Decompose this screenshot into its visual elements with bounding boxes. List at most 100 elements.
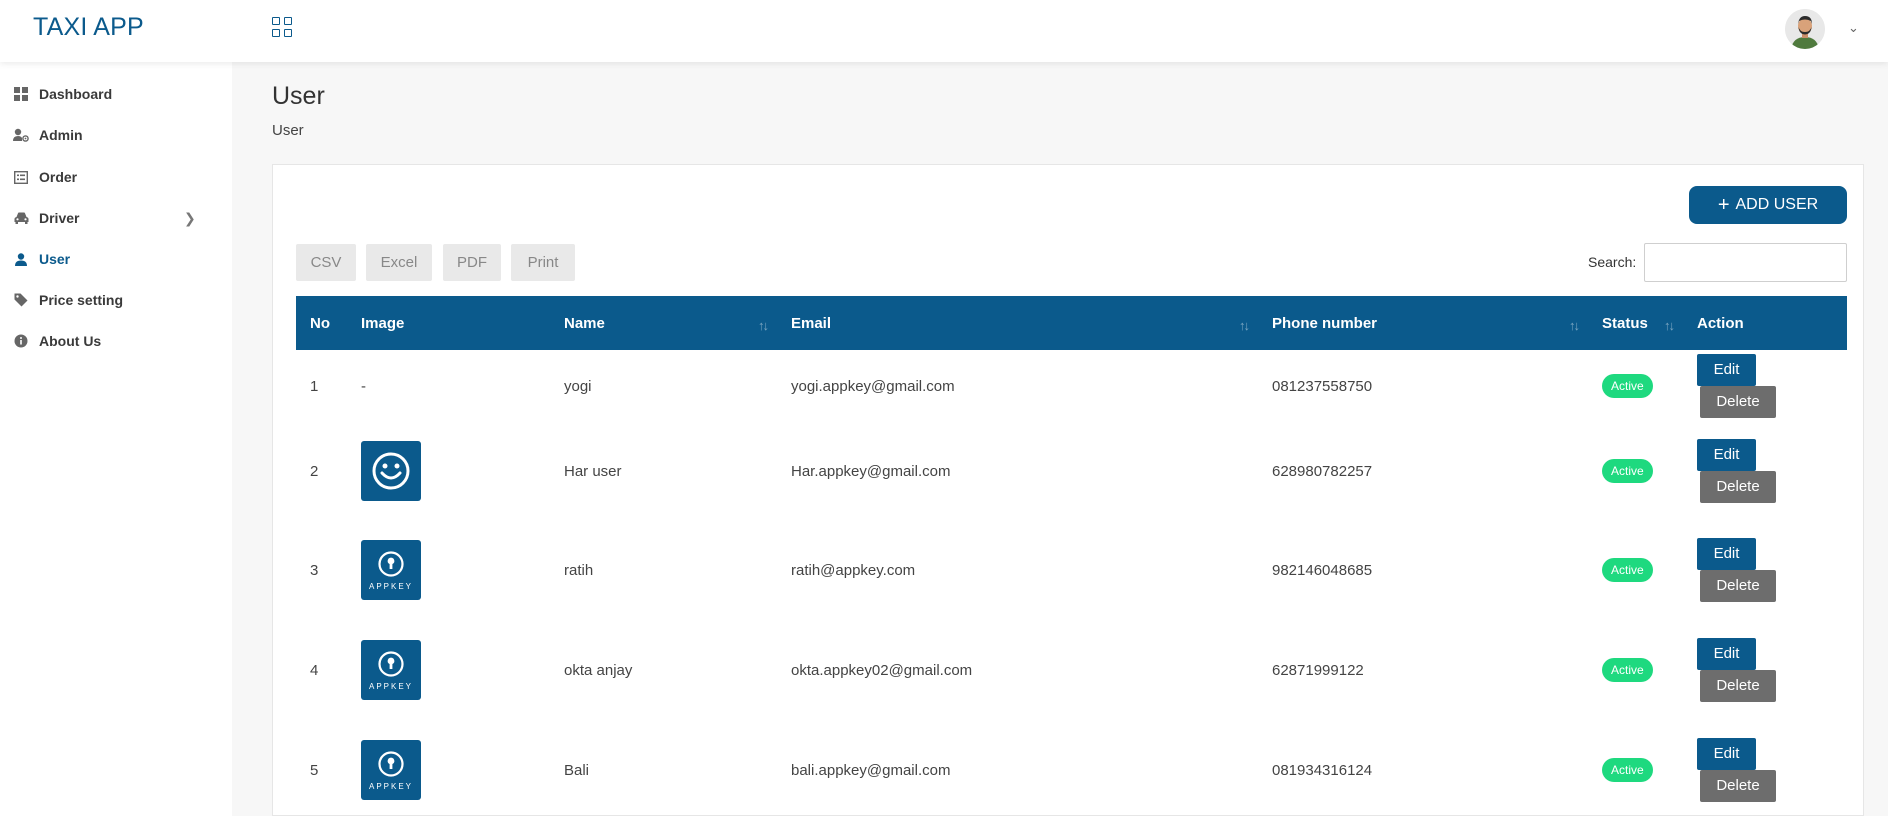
pdf-button[interactable]: PDF bbox=[443, 244, 501, 281]
appkey-brand-text: APPKEY bbox=[368, 581, 413, 591]
cell-image: APPKEY bbox=[347, 620, 550, 720]
sidebar-item-label: Dashboard bbox=[39, 86, 113, 102]
list-icon bbox=[13, 169, 29, 185]
avatar[interactable] bbox=[1785, 9, 1825, 49]
sort-icon: ↑↓ bbox=[1239, 318, 1250, 333]
status-badge: Active bbox=[1602, 459, 1653, 483]
print-button[interactable]: Print bbox=[511, 244, 575, 281]
info-icon bbox=[13, 333, 29, 349]
cell-email: bali.appkey@gmail.com bbox=[791, 761, 951, 779]
header-status[interactable]: Status ↑↓ bbox=[1588, 296, 1683, 350]
cell-name: Har user bbox=[564, 462, 622, 480]
edit-button[interactable]: Edit bbox=[1697, 538, 1756, 570]
sidebar: Dashboard Admin Order Driver ❯ User Pric… bbox=[0, 62, 232, 816]
header-phone[interactable]: Phone number ↑↓ bbox=[1258, 296, 1588, 350]
table-row: 4 APPKEY okta anjay okta.appkey02@gmail.… bbox=[296, 620, 1847, 720]
user-image-thumbnail[interactable]: APPKEY bbox=[361, 640, 421, 700]
header-no[interactable]: No bbox=[296, 296, 347, 350]
cell-name: ratih bbox=[564, 561, 594, 579]
status-badge: Active bbox=[1602, 758, 1653, 782]
user-icon bbox=[13, 251, 29, 267]
header-email[interactable]: Email ↑↓ bbox=[777, 296, 1258, 350]
tag-icon bbox=[13, 292, 29, 308]
appkey-logo-icon bbox=[378, 750, 404, 777]
cell-phone: 081934316124 bbox=[1272, 761, 1373, 779]
status-badge: Active bbox=[1602, 374, 1653, 398]
user-image-thumbnail[interactable]: APPKEY bbox=[361, 740, 421, 800]
edit-button[interactable]: Edit bbox=[1697, 638, 1756, 670]
cell-no: 2 bbox=[310, 462, 319, 480]
search-input[interactable] bbox=[1644, 243, 1847, 282]
cell-phone: 62871999122 bbox=[1272, 661, 1364, 679]
cell-status: Active bbox=[1588, 350, 1683, 422]
page-title: User bbox=[272, 82, 325, 110]
breadcrumb[interactable]: User bbox=[272, 122, 304, 139]
plus-icon: + bbox=[1717, 194, 1730, 216]
table-header-row: No Image Name ↑↓ Email ↑↓ Phone number ↑↓ S… bbox=[296, 296, 1847, 350]
sidebar-item-user[interactable]: User bbox=[0, 239, 232, 279]
delete-button[interactable]: Delete bbox=[1700, 670, 1776, 702]
header-action: Action bbox=[1697, 314, 1744, 332]
sidebar-item-label: Order bbox=[39, 169, 78, 185]
cell-email: yogi.appkey@gmail.com bbox=[791, 377, 955, 395]
header-name-label: Name bbox=[564, 314, 605, 332]
cell-no: 5 bbox=[310, 761, 319, 779]
table-row: 5 APPKEY Bali bali.appkey@gmail.com 0819… bbox=[296, 720, 1847, 816]
search-label: Search: bbox=[1588, 254, 1637, 270]
menu-toggle-icon[interactable] bbox=[272, 17, 292, 37]
csv-button[interactable]: CSV bbox=[296, 244, 356, 281]
sidebar-item-label: Admin bbox=[39, 127, 83, 143]
user-image-thumbnail[interactable]: APPKEY bbox=[361, 540, 421, 600]
cell-email: Har.appkey@gmail.com bbox=[791, 462, 951, 480]
appkey-brand-text: APPKEY bbox=[368, 681, 413, 691]
cell-phone: 081237558750 bbox=[1272, 377, 1373, 395]
cell-name: okta anjay bbox=[564, 661, 633, 679]
smiley-icon bbox=[372, 452, 410, 490]
cell-action: EditDelete bbox=[1683, 422, 1847, 520]
app-title[interactable]: TAXI APP bbox=[33, 13, 144, 42]
sidebar-item-label: About Us bbox=[39, 333, 102, 349]
chevron-down-icon[interactable]: ⌄ bbox=[1848, 20, 1859, 36]
delete-button[interactable]: Delete bbox=[1700, 570, 1776, 602]
sort-icon: ↑↓ bbox=[1569, 318, 1580, 333]
cell-status: Active bbox=[1588, 422, 1683, 520]
table-row: 3 APPKEY ratih ratih@appkey.com 98214604… bbox=[296, 520, 1847, 620]
sidebar-item-driver[interactable]: Driver ❯ bbox=[0, 198, 232, 238]
sidebar-item-about-us[interactable]: About Us bbox=[0, 321, 232, 361]
cell-status: Active bbox=[1588, 720, 1683, 816]
add-user-button[interactable]: + ADD USER bbox=[1689, 186, 1847, 224]
sidebar-item-order[interactable]: Order bbox=[0, 157, 232, 197]
cell-image bbox=[347, 422, 550, 520]
cell-action: EditDelete bbox=[1683, 350, 1847, 422]
header-phone-label: Phone number bbox=[1272, 314, 1378, 332]
delete-button[interactable]: Delete bbox=[1700, 770, 1776, 802]
cell-no: 4 bbox=[310, 661, 319, 679]
appkey-logo-icon bbox=[378, 550, 404, 577]
users-table: No Image Name ↑↓ Email ↑↓ Phone number ↑↓ S… bbox=[296, 296, 1847, 816]
edit-button[interactable]: Edit bbox=[1697, 439, 1756, 471]
top-bar: TAXI APP ⌄ bbox=[0, 0, 1888, 62]
delete-button[interactable]: Delete bbox=[1700, 471, 1776, 503]
sort-icon: ↑↓ bbox=[1664, 318, 1675, 333]
sidebar-item-price-setting[interactable]: Price setting bbox=[0, 280, 232, 320]
user-image-thumbnail[interactable] bbox=[361, 441, 421, 501]
excel-button[interactable]: Excel bbox=[366, 244, 432, 281]
car-icon bbox=[13, 210, 29, 226]
cell-phone: 628980782257 bbox=[1272, 462, 1373, 480]
cell-action: EditDelete bbox=[1683, 720, 1847, 816]
chevron-right-icon: ❯ bbox=[184, 210, 196, 226]
sidebar-item-label: Driver bbox=[39, 210, 80, 226]
edit-button[interactable]: Edit bbox=[1697, 354, 1756, 386]
header-name[interactable]: Name ↑↓ bbox=[550, 296, 777, 350]
sidebar-item-admin[interactable]: Admin bbox=[0, 115, 232, 155]
header-status-label: Status bbox=[1602, 314, 1648, 332]
delete-button[interactable]: Delete bbox=[1700, 386, 1776, 418]
header-image[interactable]: Image bbox=[347, 296, 550, 350]
cell-email: okta.appkey02@gmail.com bbox=[791, 661, 973, 679]
cell-image: APPKEY bbox=[347, 720, 550, 816]
cell-no: 3 bbox=[310, 561, 319, 579]
sidebar-item-dashboard[interactable]: Dashboard bbox=[0, 74, 232, 114]
cell-name: Bali bbox=[564, 761, 590, 779]
status-badge: Active bbox=[1602, 658, 1653, 682]
edit-button[interactable]: Edit bbox=[1697, 738, 1756, 770]
